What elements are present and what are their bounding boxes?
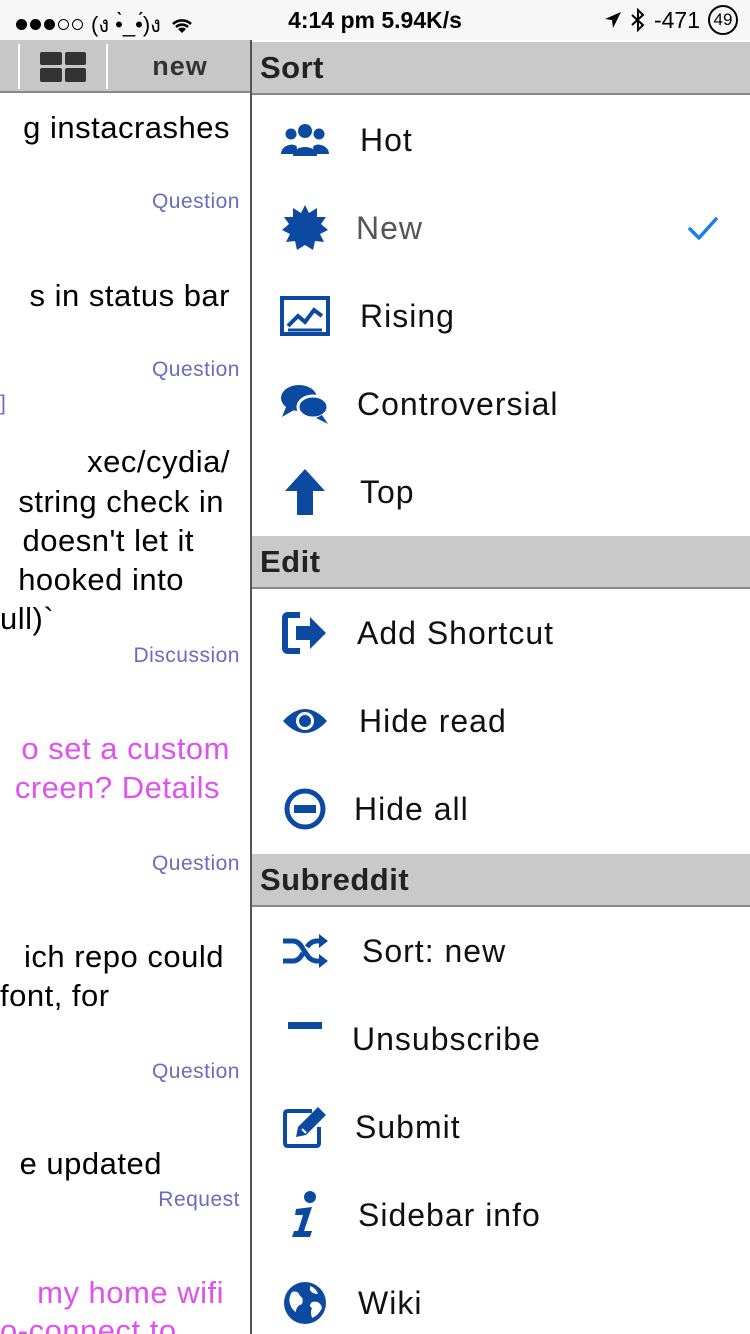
menu-item-hot[interactable]: Hot bbox=[252, 96, 750, 184]
subreddit-section-header: Subreddit bbox=[252, 854, 750, 907]
layout-toggle-button[interactable] bbox=[18, 44, 108, 89]
menu-item-label: Submit bbox=[355, 1108, 461, 1145]
menu-item-wiki[interactable]: Wiki bbox=[252, 1259, 750, 1334]
menu-item-label: Hide all bbox=[354, 790, 469, 827]
menu-item-label: Add Shortcut bbox=[357, 614, 554, 651]
menu-item-top[interactable]: Top bbox=[252, 448, 750, 536]
menu-item-label: Controversial bbox=[357, 385, 559, 422]
post-flair: Question bbox=[151, 190, 240, 213]
menu-item-sidebar-info[interactable]: Sidebar info bbox=[252, 1171, 750, 1259]
post-flair: Question bbox=[151, 1060, 240, 1083]
menu-item-label: Hide read bbox=[359, 702, 507, 739]
signal-strength: -471 bbox=[653, 6, 700, 33]
post-list-pane: new g instacrashes Question s in status … bbox=[0, 40, 250, 1334]
eye-icon bbox=[278, 694, 332, 748]
sort-options-menu: Sort Hot New Rising Controversial Top Ed… bbox=[252, 40, 750, 1334]
menu-item-label: New bbox=[356, 209, 424, 246]
menu-item-new[interactable]: New bbox=[252, 184, 750, 272]
post-title-line[interactable]: o set a custom bbox=[21, 731, 230, 767]
menu-item-label: Rising bbox=[360, 297, 455, 334]
edit-icon bbox=[278, 1100, 332, 1154]
sort-mode-button[interactable]: new bbox=[110, 40, 250, 93]
list-toolbar: new bbox=[0, 40, 250, 93]
location-arrow-icon bbox=[604, 12, 621, 28]
status-bar: (ง •̀_•́)ง 4:14 pm 5.94K/s -471 49 bbox=[0, 0, 750, 40]
sign-out-icon bbox=[278, 606, 332, 660]
post-title-line[interactable]: xec/cydia/ bbox=[87, 444, 230, 480]
minus-icon bbox=[278, 1012, 332, 1066]
arrow-up-icon bbox=[278, 465, 332, 519]
menu-item-label: Unsubscribe bbox=[352, 1020, 541, 1057]
chat-bubbles-icon bbox=[278, 377, 332, 431]
grid-icon bbox=[40, 51, 86, 82]
post-flair: Discussion bbox=[133, 644, 240, 667]
menu-item-label: Sidebar info bbox=[358, 1196, 541, 1233]
menu-item-submit[interactable]: Submit bbox=[252, 1083, 750, 1171]
menu-item-label: Top bbox=[360, 473, 415, 510]
users-icon bbox=[278, 113, 332, 167]
post-title-line[interactable]: doesn't let it bbox=[23, 523, 194, 559]
menu-item-unsubscribe[interactable]: Unsubscribe bbox=[252, 995, 750, 1083]
post-title-line[interactable]: creen? Details bbox=[15, 770, 220, 806]
post-title-line[interactable]: g instacrashes bbox=[23, 110, 230, 146]
post-title-line[interactable]: hooked into bbox=[18, 562, 184, 598]
minus-circle-icon bbox=[278, 782, 332, 836]
menu-item-hide-all[interactable]: Hide all bbox=[252, 765, 750, 853]
post-title-line[interactable]: s in status bar bbox=[30, 278, 230, 314]
post-title-line[interactable]: ull)` bbox=[0, 601, 54, 637]
post-title-line[interactable]: font, for bbox=[0, 978, 110, 1014]
menu-item-rising[interactable]: Rising bbox=[252, 272, 750, 360]
chart-icon bbox=[278, 289, 332, 343]
badge-icon bbox=[278, 201, 332, 255]
menu-item-controversial[interactable]: Controversial bbox=[252, 360, 750, 448]
menu-item-label: Sort: new bbox=[362, 932, 507, 969]
menu-item-label: Wiki bbox=[358, 1284, 423, 1321]
menu-item-add-shortcut[interactable]: Add Shortcut bbox=[252, 589, 750, 677]
bluetooth-icon bbox=[631, 8, 645, 32]
post-flair: Request bbox=[158, 1188, 240, 1211]
checkmark-icon bbox=[688, 217, 718, 240]
post-flair: Question bbox=[151, 852, 240, 875]
post-title-line[interactable]: my home wifi bbox=[37, 1275, 224, 1311]
globe-icon bbox=[278, 1276, 332, 1330]
post-flair: Question bbox=[151, 358, 240, 381]
post-title-line[interactable]: e updated bbox=[20, 1146, 162, 1182]
menu-item-hide-read[interactable]: Hide read bbox=[252, 677, 750, 765]
battery-indicator: 49 bbox=[708, 5, 738, 35]
menu-item-sort-new[interactable]: Sort: new bbox=[252, 907, 750, 995]
post-title-line[interactable]: o-connect to bbox=[0, 1313, 177, 1334]
post-title-line[interactable]: string check in bbox=[18, 484, 224, 520]
status-right: -471 49 bbox=[604, 5, 738, 35]
info-icon bbox=[278, 1188, 332, 1242]
sort-section-header: Sort bbox=[252, 42, 750, 95]
edit-section-header: Edit bbox=[252, 536, 750, 589]
shuffle-icon bbox=[278, 924, 332, 978]
post-title-line[interactable]: ich repo could bbox=[24, 939, 224, 975]
post-fragment: ] bbox=[0, 392, 7, 415]
menu-item-label: Hot bbox=[360, 121, 413, 158]
